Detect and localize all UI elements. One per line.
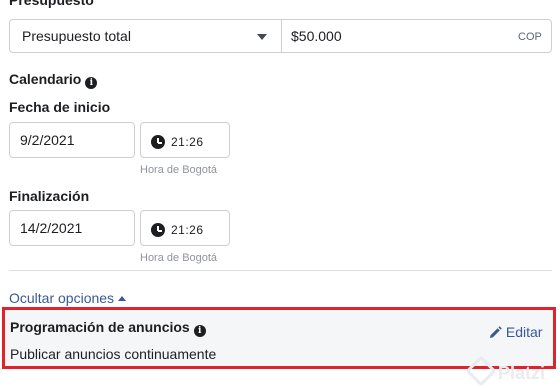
watermark-logo: Platzi xyxy=(465,355,546,387)
schedule-section-title: Calendario i xyxy=(9,71,98,89)
hide-options-link[interactable]: Ocultar opciones xyxy=(9,290,127,306)
end-time-group: 21:26 xyxy=(151,221,204,237)
end-timezone: Hora de Bogotá xyxy=(140,252,218,264)
caret-up-icon xyxy=(118,296,127,301)
chevron-down-icon xyxy=(257,34,267,40)
clock-icon xyxy=(151,135,165,149)
start-date-input[interactable]: 9/2/2021 xyxy=(9,122,135,158)
start-time-input[interactable]: 21:26 xyxy=(140,122,230,158)
start-time-value: 21:26 xyxy=(171,135,204,149)
info-icon[interactable]: i xyxy=(193,325,206,337)
ad-scheduling-title-text: Programación de anuncios xyxy=(10,319,190,335)
edit-label: Editar xyxy=(505,324,543,340)
budget-amount-value: $50.000 xyxy=(291,28,342,44)
start-date-label: Fecha de inicio xyxy=(9,99,111,115)
end-date-label: Finalización xyxy=(9,188,90,204)
budget-section-title: Presupuesto xyxy=(9,0,94,8)
currency-label: COP xyxy=(518,31,542,43)
budget-type-value: Presupuesto total xyxy=(22,28,131,44)
end-time-input[interactable]: 21:26 xyxy=(140,210,230,246)
end-date-input[interactable]: 14/2/2021 xyxy=(9,210,135,246)
start-timezone: Hora de Bogotá xyxy=(140,164,218,176)
schedule-title-text: Calendario xyxy=(9,71,82,87)
end-date-value: 14/2/2021 xyxy=(20,220,83,236)
end-time-value: 21:26 xyxy=(171,223,204,237)
info-icon[interactable]: i xyxy=(85,77,98,89)
watermark-text: Platzi xyxy=(498,363,546,383)
ad-scheduling-value: Publicar anuncios continuamente xyxy=(10,346,217,362)
ad-scheduling-title: Programación de anuncios i xyxy=(10,319,206,337)
start-time-group: 21:26 xyxy=(151,133,204,149)
hide-options-label: Ocultar opciones xyxy=(9,290,115,306)
section-divider xyxy=(9,270,552,271)
pencil-icon xyxy=(490,326,502,338)
clock-icon xyxy=(151,223,165,237)
edit-button[interactable]: Editar xyxy=(489,324,542,340)
budget-amount-input[interactable]: $50.000 COP xyxy=(281,19,552,53)
budget-type-select[interactable]: Presupuesto total xyxy=(9,19,282,53)
start-date-value: 9/2/2021 xyxy=(20,132,75,148)
